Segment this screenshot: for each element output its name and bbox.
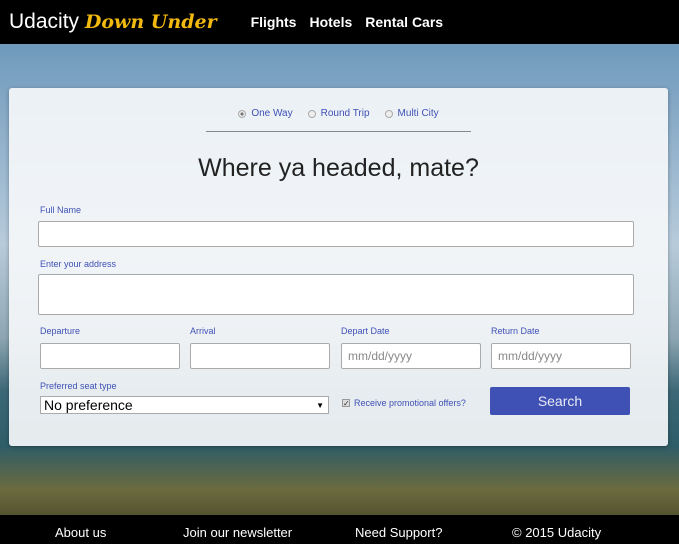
arrival-label: Arrival xyxy=(190,326,216,336)
checkbox-icon[interactable]: ✓ xyxy=(342,399,350,408)
footer-copyright: © 2015 Udacity xyxy=(512,525,602,540)
seat-type-select[interactable]: No preference ▼ xyxy=(40,396,329,414)
footer: About us Join our newsletter Need Suppor… xyxy=(0,515,679,544)
depart-date-input[interactable]: mm/dd/yyyy xyxy=(341,343,481,369)
return-date-label: Return Date xyxy=(491,326,540,336)
trip-type-group: One Way Round Trip Multi City xyxy=(9,108,668,119)
radio-label: Round Trip xyxy=(320,108,370,119)
full-name-input[interactable] xyxy=(38,221,634,247)
seat-type-value: No preference xyxy=(44,397,133,413)
footer-support[interactable]: Need Support? xyxy=(355,525,442,540)
brand-accent: Down Under xyxy=(84,11,217,33)
dropdown-arrow-icon: ▼ xyxy=(316,400,324,410)
promo-label: Receive promotional offers? xyxy=(354,398,466,408)
address-label: Enter your address xyxy=(40,259,117,269)
divider xyxy=(206,131,471,132)
arrival-input[interactable] xyxy=(190,343,330,369)
return-date-input[interactable]: mm/dd/yyyy xyxy=(491,343,631,369)
full-name-label: Full Name xyxy=(40,205,82,215)
depart-date-label: Depart Date xyxy=(341,326,390,336)
radio-icon[interactable] xyxy=(238,109,247,118)
address-textarea[interactable] xyxy=(38,274,634,315)
brand-name: Udacity xyxy=(9,10,80,33)
navbar: Udacity Down Under Flights Hotels Rental… xyxy=(0,0,679,44)
nav-hotels[interactable]: Hotels xyxy=(309,14,352,30)
departure-input[interactable] xyxy=(40,343,180,369)
footer-newsletter[interactable]: Join our newsletter xyxy=(183,525,292,540)
radio-icon[interactable] xyxy=(307,109,316,118)
radio-label: Multi City xyxy=(397,108,439,119)
brand-logo[interactable]: Udacity Down Under xyxy=(9,10,217,34)
page-title: Where ya headed, mate? xyxy=(198,154,479,182)
booking-card: One Way Round Trip Multi City Where ya h… xyxy=(9,88,668,446)
radio-multi-city[interactable]: Multi City xyxy=(384,108,439,119)
departure-label: Departure xyxy=(40,326,81,336)
seat-type-label: Preferred seat type xyxy=(40,381,117,391)
radio-label: One Way xyxy=(251,108,293,119)
promo-checkbox[interactable]: ✓ Receive promotional offers? xyxy=(342,398,466,408)
radio-round-trip[interactable]: Round Trip xyxy=(307,108,370,119)
search-button[interactable]: Search xyxy=(490,387,630,415)
nav-flights[interactable]: Flights xyxy=(251,14,297,30)
radio-one-way[interactable]: One Way xyxy=(238,108,293,119)
nav-rental-cars[interactable]: Rental Cars xyxy=(365,14,443,30)
footer-about[interactable]: About us xyxy=(55,525,106,540)
radio-icon[interactable] xyxy=(384,109,393,118)
